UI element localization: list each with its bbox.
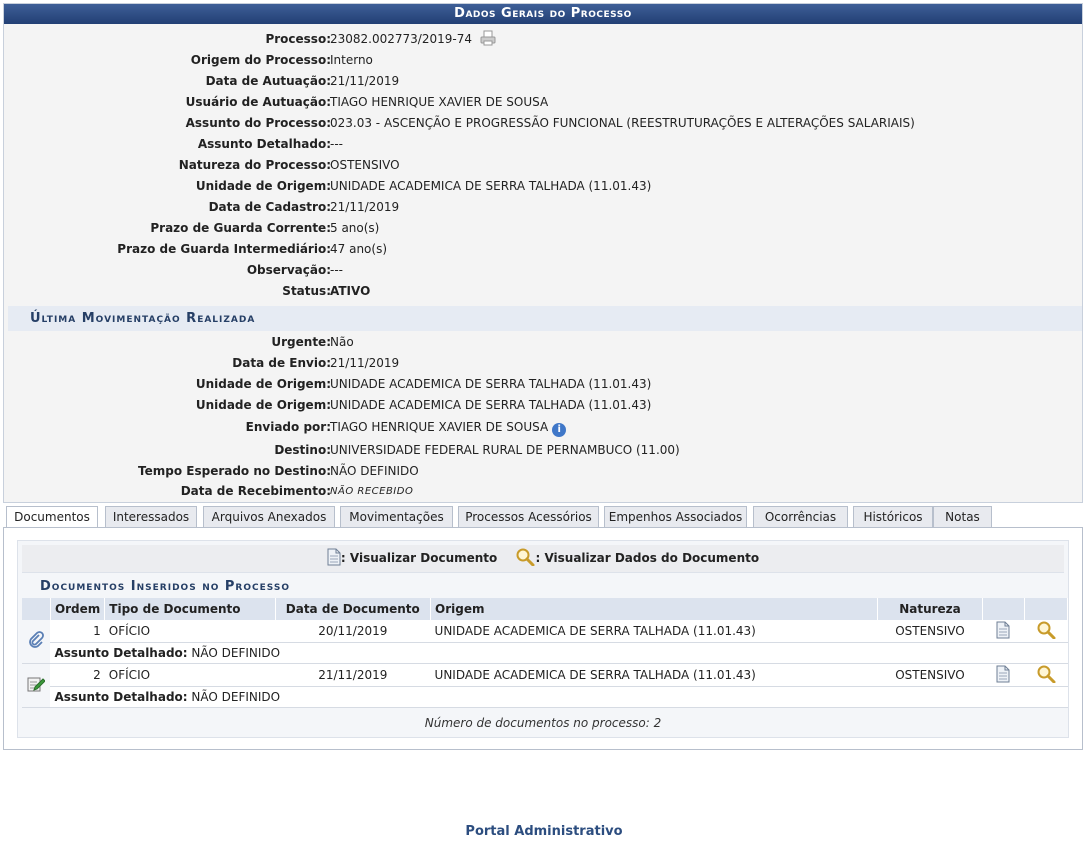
field-status: Status: ATIVO: [4, 281, 1084, 302]
legend-view-data: : Visualizar Dados do Documento: [535, 551, 760, 565]
icon-column-header: [22, 598, 51, 620]
col-natureza: Natureza: [877, 598, 983, 620]
field-data-autuacao: Data de Autuação: 21/11/2019: [205, 74, 400, 88]
documents-title: Documentos Inseridos no Processo: [40, 579, 290, 594]
field-enviado-por: Enviado por: TIAGO HENRIQUE XAVIER DE SOU…: [4, 417, 1084, 438]
field-prazo-intermediario: Prazo de Guarda Intermediário: 47 ano(s): [117, 242, 387, 256]
cell-natureza: OSTENSIVO: [877, 620, 983, 643]
cell-natureza: OSTENSIVO: [877, 663, 983, 687]
field-usuario-autuacao: Usuário de Autuação: TIAGO HENRIQUE XAVIE…: [185, 95, 549, 109]
field-natureza: Natureza do Processo: OSTENSIVO: [178, 158, 400, 172]
cell-tipo: OFÍCIO: [104, 663, 276, 687]
document-icon: [327, 548, 341, 576]
col-action-view: [982, 598, 1026, 620]
col-data: Data de Documento: [275, 598, 432, 620]
table-header-row: Ordem Tipo de Documento Data de Document…: [22, 598, 1068, 620]
paperclip-icon: [22, 620, 51, 664]
field-data-recebimento: Data de Recebimento: NÃO RECEBIDO: [180, 484, 414, 498]
col-action-data: [1024, 598, 1068, 620]
col-tipo: Tipo de Documento: [104, 598, 276, 620]
documents-table: Ordem Tipo de Documento Data de Document…: [22, 598, 1068, 708]
table-row: 2 OFÍCIO 21/11/2019 UNIDADE ACADEMICA DE…: [22, 663, 1068, 708]
view-document-data-button[interactable]: [1024, 620, 1068, 643]
icon-legend: : Visualizar Documento : Visualizar Dado…: [22, 545, 1064, 573]
field-prazo-corrente: Prazo de Guarda Corrente: 5 ano(s): [150, 221, 380, 235]
panel-title: Dados Gerais do Processo: [4, 4, 1082, 24]
view-document-button[interactable]: [982, 620, 1025, 643]
process-number: 23082.002773/2019-74: [330, 32, 472, 46]
tab-empenhos-associados[interactable]: Empenhos Associados: [604, 506, 747, 527]
cell-tipo: OFÍCIO: [104, 620, 276, 643]
tab-movimentacoes[interactable]: Movimentações: [340, 506, 453, 527]
table-subrow: Assunto Detalhado: NÃO DEFINIDO: [22, 686, 1068, 708]
col-ordem: Ordem: [50, 598, 106, 620]
magnifier-icon: [515, 548, 535, 576]
portal-link[interactable]: Portal Administrativo: [0, 824, 1088, 839]
field-unidade-origem: Unidade de Origem: UNIDADE ACADEMICA DE S…: [195, 179, 652, 193]
tab-historicos[interactable]: Históricos: [853, 506, 933, 527]
field-assunto: Assunto do Processo: 023.03 - ASCENÇÃO E …: [185, 116, 915, 130]
tab-documentos[interactable]: Documentos: [6, 506, 98, 528]
cell-origem: UNIDADE ACADEMICA DE SERRA TALHADA (11.0…: [430, 663, 878, 687]
last-move-title: Última Movimentação Realizada: [8, 306, 1082, 331]
edit-document-icon: [22, 663, 51, 708]
field-destino: Destino: UNIVERSIDADE FEDERAL RURAL DE PE…: [274, 443, 680, 457]
documents-tab-panel: : Visualizar Documento : Visualizar Dado…: [3, 527, 1083, 750]
cell-data: 21/11/2019: [275, 663, 431, 687]
view-document-button[interactable]: [982, 663, 1025, 687]
field-unidade-origem-2: Unidade de Origem: UNIDADE ACADEMICA DE S…: [195, 398, 652, 412]
documents-count: Número de documentos no processo: 2: [424, 716, 662, 730]
tab-arquivos-anexados[interactable]: Arquivos Anexados: [203, 506, 335, 527]
cell-ordem: 1: [50, 620, 105, 643]
tab-interessados[interactable]: Interessados: [105, 506, 197, 527]
cell-ordem: 2: [50, 663, 105, 687]
field-unidade-origem-1: Unidade de Origem: UNIDADE ACADEMICA DE S…: [195, 377, 652, 391]
field-observacao: Observação: ---: [246, 263, 343, 277]
field-origem: Origem do Processo: Interno: [190, 53, 373, 67]
table-subrow: Assunto Detalhado: NÃO DEFINIDO: [22, 642, 1068, 664]
field-urgente: Urgente: Não: [271, 335, 354, 349]
legend-view-document: : Visualizar Documento: [340, 551, 498, 565]
cell-assunto-detalhado: Assunto Detalhado: NÃO DEFINIDO: [50, 642, 1068, 664]
cell-origem: UNIDADE ACADEMICA DE SERRA TALHADA (11.0…: [430, 620, 878, 643]
field-assunto-detalhado: Assunto Detalhado: ---: [197, 137, 343, 151]
field-data-envio: Data de Envio: 21/11/2019: [232, 356, 400, 370]
tab-ocorrencias[interactable]: Ocorrências: [753, 506, 848, 527]
table-row: 1 OFÍCIO 20/11/2019 UNIDADE ACADEMICA DE…: [22, 620, 1068, 664]
field-processo: Processo: 23082.002773/2019-74: [4, 29, 1084, 50]
tab-processos-acessorios[interactable]: Processos Acessórios: [458, 506, 599, 527]
documents-box: : Visualizar Documento : Visualizar Dado…: [17, 540, 1069, 738]
info-icon[interactable]: i: [552, 423, 567, 437]
view-document-data-button[interactable]: [1024, 663, 1068, 687]
cell-data: 20/11/2019: [275, 620, 431, 643]
status-badge: ATIVO: [330, 284, 371, 298]
field-tempo-esperado: Tempo Esperado no Destino: NÃO DEFINIDO: [138, 464, 419, 478]
cell-assunto-detalhado: Assunto Detalhado: NÃO DEFINIDO: [50, 686, 1068, 708]
field-data-cadastro: Data de Cadastro: 21/11/2019: [208, 200, 400, 214]
process-details-panel: Dados Gerais do Processo Processo: 23082…: [3, 3, 1083, 503]
col-origem: Origem: [430, 598, 879, 620]
tab-notas[interactable]: Notas: [933, 506, 992, 527]
